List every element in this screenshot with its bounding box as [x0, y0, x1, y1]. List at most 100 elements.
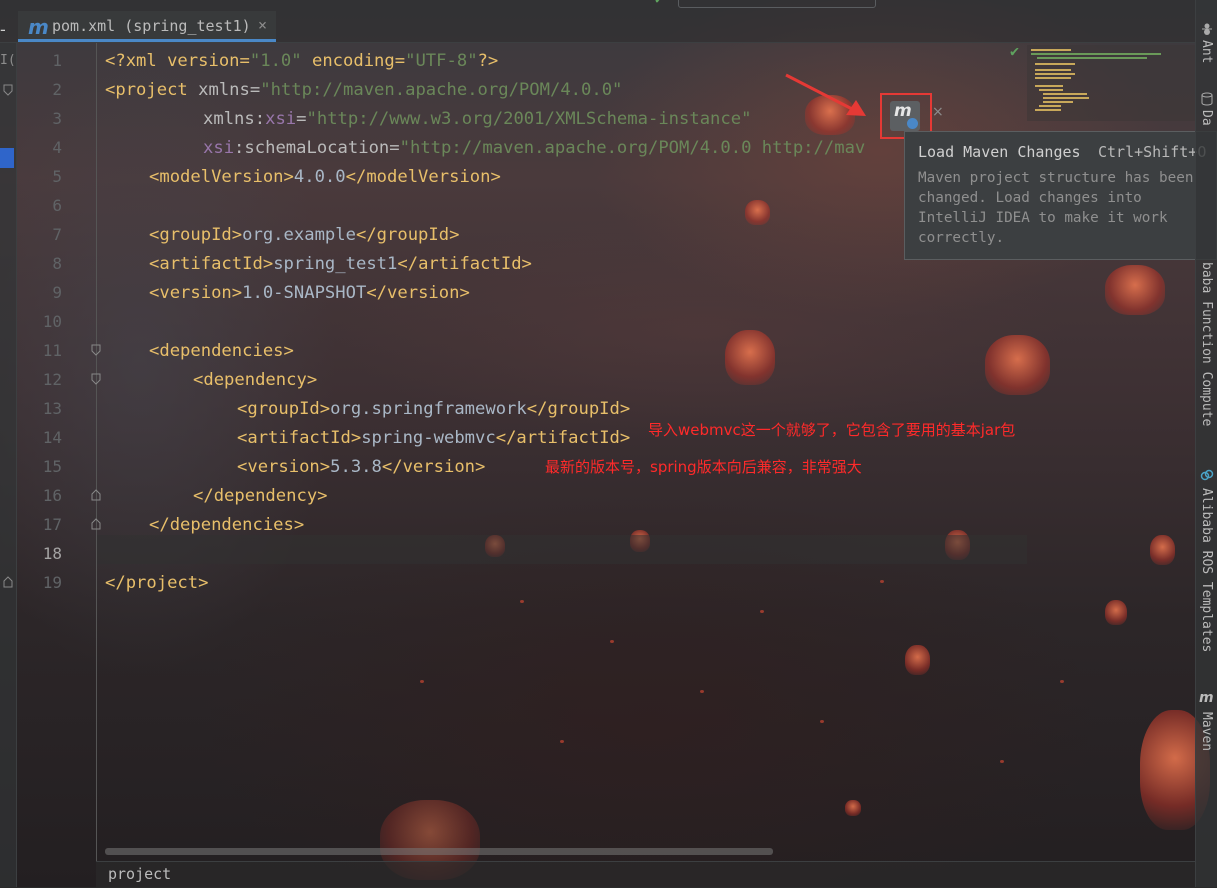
code-token: <?xml version=	[105, 51, 250, 71]
red-arrow-annotation	[785, 73, 866, 116]
code-token: <groupId>	[237, 399, 331, 419]
tooltip-shortcut: Ctrl+Shift+O	[1098, 143, 1207, 161]
line-number: 12	[42, 370, 62, 389]
code-token: xmlns=	[198, 80, 261, 100]
code-token: :schemaLocation=	[234, 138, 400, 158]
fold-end-marker-icon[interactable]	[2, 576, 14, 588]
spark-decoration	[820, 720, 824, 723]
line-number: 5	[52, 167, 62, 186]
line-number: 19	[42, 573, 62, 592]
line-number: 9	[52, 283, 62, 302]
code-line: <artifactId>spring-webmvc</artifactId>	[237, 424, 630, 453]
code-line: <modelVersion>4.0.0</modelVersion>	[149, 163, 501, 192]
code-token: xsi	[265, 109, 297, 129]
project-tool-strip: I(	[0, 43, 17, 887]
fold-marker-icon[interactable]	[90, 373, 102, 385]
code-token: ?>	[477, 51, 499, 71]
minimap-line	[1035, 63, 1075, 65]
code-token: <groupId>	[149, 225, 243, 245]
tool-maven[interactable]: Maven	[1199, 712, 1214, 751]
fold-end-marker-icon[interactable]	[90, 518, 102, 530]
line-number: 1	[52, 51, 62, 70]
popup-close-icon[interactable]: ×	[932, 104, 944, 120]
line-number: 3	[52, 109, 62, 128]
code-token: spring-webmvc	[361, 428, 496, 448]
line-number-gutter: 1 2 3 4 5 6 7 8 9 10 11 12 13 14 15 16 1…	[3, 43, 101, 861]
line-number: 4	[52, 138, 62, 157]
line-number: 13	[42, 399, 62, 418]
code-line: <artifactId>spring_test1</artifactId>	[149, 250, 532, 279]
horizontal-scrollbar[interactable]	[105, 848, 773, 855]
line-number: 8	[52, 254, 62, 273]
right-tool-strip: Ant Da baba Function Compute Alibaba ROS…	[1195, 0, 1217, 887]
minimap-line	[1031, 53, 1161, 55]
minimap-line	[1035, 109, 1061, 111]
project-selection-marker[interactable]	[0, 148, 14, 168]
code-line: </dependency>	[193, 482, 328, 511]
code-line: <version>1.0-SNAPSHOT</version>	[149, 279, 470, 308]
tool-ant[interactable]: Ant	[1199, 40, 1214, 63]
run-config-field[interactable]	[678, 0, 876, 8]
code-token: </version>	[381, 457, 486, 477]
code-token: </groupId>	[526, 399, 631, 419]
lantern-decoration	[905, 645, 930, 675]
project-strip-label: I(	[0, 53, 16, 68]
lantern-decoration	[985, 335, 1050, 395]
annotation-webmvc-note: 导入webmvc这一个就够了，它包含了要用的基本jar包	[648, 421, 1016, 439]
fold-end-marker-icon[interactable]	[90, 489, 102, 501]
code-token: </dependencies>	[149, 515, 305, 535]
tab-close-icon[interactable]: ×	[258, 16, 267, 34]
minimap-line	[1039, 105, 1061, 107]
minimap-line	[1039, 89, 1063, 91]
code-line: <dependency>	[193, 366, 317, 395]
collapse-dash[interactable]: -	[0, 20, 6, 39]
lantern-decoration	[1105, 600, 1127, 625]
code-token: encoding=	[301, 51, 406, 71]
code-line: xmlns:xsi="http://www.w3.org/2001/XMLSch…	[203, 105, 751, 134]
spark-decoration	[760, 610, 764, 613]
refresh-icon	[907, 118, 918, 129]
tool-database[interactable]: Da	[1199, 110, 1214, 126]
code-line: <project xmlns="http://maven.apache.org/…	[105, 76, 622, 105]
code-line: <groupId>org.springframework</groupId>	[237, 395, 630, 424]
load-maven-changes-tooltip: Load Maven Changes Ctrl+Shift+O Maven pr…	[904, 131, 1217, 260]
code-token: <version>	[237, 457, 331, 477]
code-token: </artifactId>	[495, 428, 631, 448]
tool-function-compute[interactable]: baba Function Compute	[1199, 262, 1214, 426]
code-token: <version>	[149, 283, 243, 303]
code-token: "http://maven.apache.org/POM/4.0.0 http:…	[399, 138, 866, 158]
code-line: <groupId>org.example</groupId>	[149, 221, 459, 250]
code-minimap[interactable]	[1027, 45, 1195, 121]
code-line: </dependencies>	[149, 511, 304, 540]
code-token: </groupId>	[355, 225, 460, 245]
tab-pom-xml[interactable]: m pom.xml (spring_test1) ×	[18, 11, 276, 42]
code-token: org.springframework	[330, 399, 527, 419]
tooltip-title: Load Maven Changes	[918, 143, 1081, 161]
line-number: 14	[42, 428, 62, 447]
breadcrumb-project[interactable]: project	[108, 865, 171, 883]
fold-marker-icon[interactable]	[2, 84, 14, 96]
maven-icon: m	[1199, 690, 1214, 706]
spark-decoration	[560, 740, 564, 743]
breadcrumb-bar: project	[96, 861, 1195, 888]
code-token: <dependency>	[193, 370, 318, 390]
line-number: 7	[52, 225, 62, 244]
lantern-decoration	[1105, 265, 1165, 315]
code-token: <project	[105, 80, 199, 100]
annotation-version-note: 最新的版本号，spring版本向后兼容，非常强大	[545, 458, 862, 476]
tool-ros-templates[interactable]: Alibaba ROS Templates	[1199, 488, 1214, 652]
minimap-line	[1035, 69, 1071, 71]
minimap-line	[1037, 57, 1147, 59]
alibaba-cloud-icon	[1200, 469, 1214, 481]
fold-marker-icon[interactable]	[90, 344, 102, 356]
minimap-line	[1035, 73, 1075, 75]
code-token: "UTF-8"	[405, 51, 478, 71]
line-number-current: 18	[42, 544, 62, 563]
line-number: 15	[42, 457, 62, 476]
editor-tab-bar: - ✔ m pom.xml (spring_test1) ×	[0, 0, 1195, 43]
code-token: <artifactId>	[237, 428, 362, 448]
spark-decoration	[420, 680, 424, 683]
spark-decoration	[700, 690, 704, 693]
code-token: xmlns:	[203, 109, 266, 129]
code-token: 4.0.0	[293, 167, 346, 187]
